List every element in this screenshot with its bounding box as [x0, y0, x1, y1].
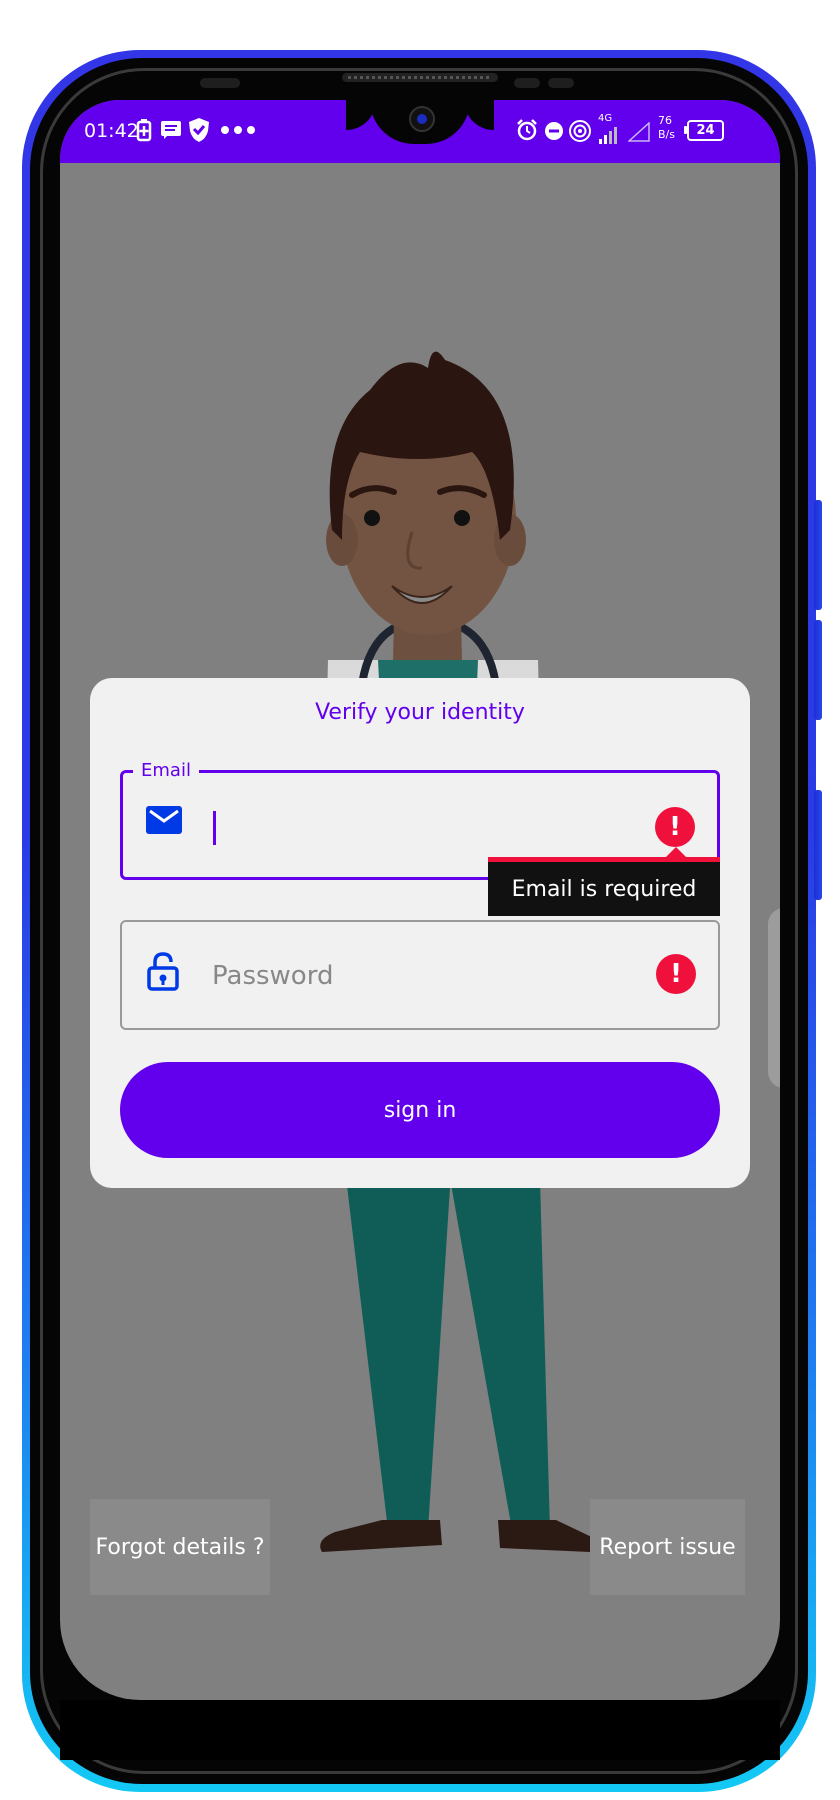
network-type-label: 4G — [598, 113, 613, 124]
password-field[interactable]: ! — [120, 920, 720, 1030]
volume-down-button — [814, 620, 822, 720]
front-sensor — [548, 78, 574, 88]
battery-saver-icon — [136, 119, 152, 142]
status-time: 01:42 — [84, 120, 139, 142]
navigation-bar-area — [60, 1700, 780, 1760]
report-issue-button[interactable]: Report issue — [590, 1499, 745, 1595]
do-not-disturb-icon — [545, 122, 563, 140]
password-input[interactable] — [210, 950, 634, 1002]
tooltip-arrow — [666, 847, 686, 857]
mail-icon — [146, 806, 182, 834]
more-notifications-icon — [221, 126, 255, 134]
dialog-title: Verify your identity — [315, 700, 525, 725]
volume-up-button — [814, 500, 822, 610]
screen: 01:42 4G 76 B/s 24 Verify your identity … — [60, 100, 780, 1700]
email-field-label: Email — [133, 760, 199, 782]
hotspot-icon — [569, 120, 591, 142]
network-speed-unit: B/s — [658, 128, 675, 141]
message-icon — [161, 121, 181, 139]
verify-identity-dialog: Verify your identity Email ! Email is re… — [90, 678, 750, 1188]
edge-panel-handle[interactable] — [768, 908, 780, 1088]
battery-tip — [684, 126, 687, 134]
alarm-icon — [517, 119, 537, 141]
front-sensor — [514, 78, 540, 88]
forgot-details-button[interactable]: Forgot details ? — [90, 1499, 270, 1595]
battery-icon: 24 — [687, 120, 724, 141]
sign-in-button[interactable]: sign in — [120, 1062, 720, 1158]
email-input[interactable] — [211, 801, 635, 853]
power-button — [814, 790, 822, 900]
network-speed-value: 76 — [658, 114, 672, 127]
front-camera — [409, 106, 435, 132]
password-error-icon[interactable]: ! — [656, 954, 696, 994]
lock-open-icon — [147, 952, 179, 991]
signal-empty-icon — [628, 122, 650, 142]
front-sensor — [200, 78, 240, 88]
status-bar: 01:42 4G 76 B/s 24 — [60, 100, 780, 163]
email-error-icon[interactable]: ! — [655, 807, 695, 847]
email-error-tooltip: Email is required — [488, 862, 720, 916]
battery-level: 24 — [696, 123, 715, 138]
earpiece-speaker — [342, 73, 498, 82]
signal-strength-icon — [599, 127, 617, 144]
shield-check-icon — [189, 118, 209, 142]
